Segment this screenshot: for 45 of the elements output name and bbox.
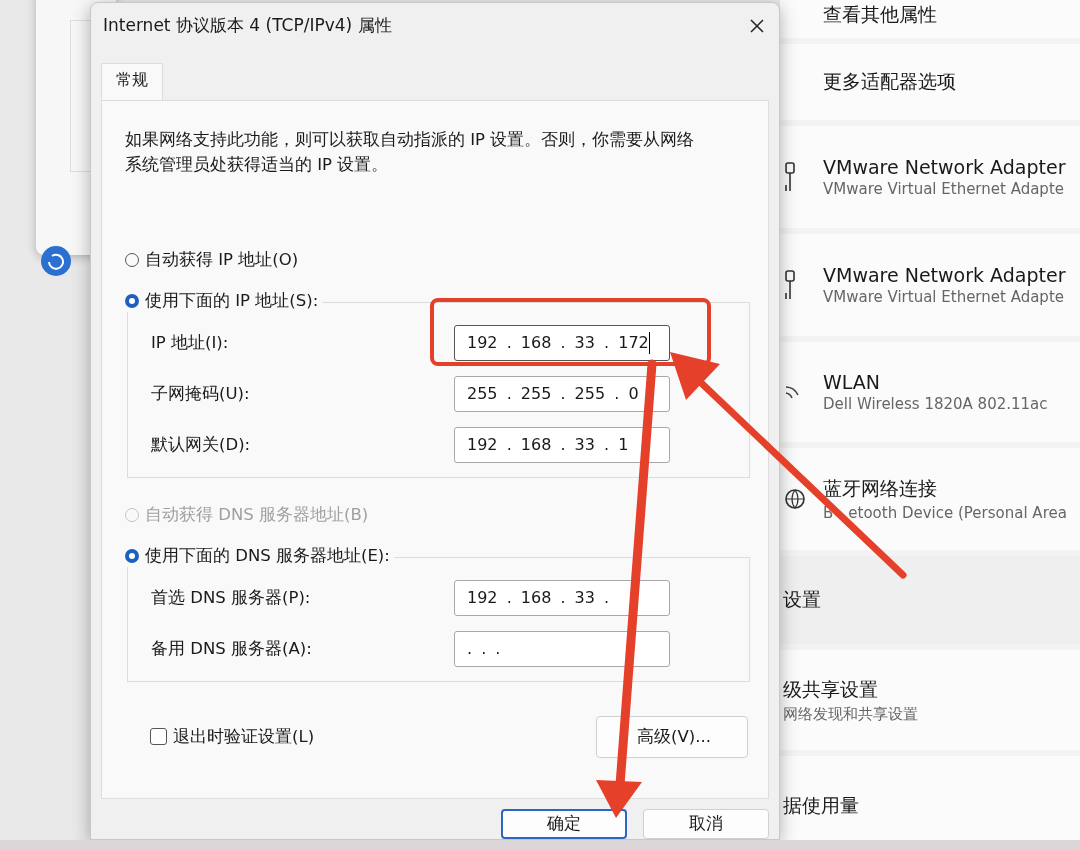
ip-address-field[interactable]: 192 . 168 . 33 . 1 <box>454 426 670 463</box>
window-title: Internet 协议版本 4 (TCP/IPv4) 属性 <box>103 14 392 38</box>
advanced-button[interactable]: 高级(V)... <box>596 715 748 758</box>
ip-address-field[interactable]: 192 . 168 . 33 . <box>454 579 670 616</box>
row-subtitle: Dell Wireless 1820A 802.11ac <box>823 395 1048 413</box>
row-title: VMware Network Adapter <box>823 264 1066 286</box>
ethernet-icon <box>785 162 795 192</box>
row-subtitle: VMware Virtual Ethernet Adapte <box>823 288 1065 306</box>
field-label: 首选 DNS 服务器(P): <box>151 586 311 609</box>
row-title: WLAN <box>823 371 882 393</box>
row-title: 级共享设置 <box>783 676 879 702</box>
settings-row[interactable]: 更多适配器选项 <box>780 44 1080 120</box>
cancel-button[interactable]: 取消 <box>643 809 769 839</box>
wifi-icon <box>785 385 799 399</box>
settings-row[interactable]: WLAN Dell Wireless 1820A 802.11ac <box>780 342 1080 442</box>
field-label: 子网掩码(U): <box>151 382 250 405</box>
row-title: 查看其他属性 <box>823 2 937 27</box>
settings-row[interactable]: 级共享设置 网络发现和共享设置 <box>780 650 1080 750</box>
settings-row[interactable]: VMware Network Adapter VMware Virtual Ethernet Adapte <box>780 126 1080 228</box>
field-label: IP 地址(I): <box>151 331 229 354</box>
row-title: 蓝牙网络连接 <box>823 476 938 501</box>
ip-address-field[interactable]: 255 . 255 . 255 . 0 <box>454 375 670 412</box>
row-subtitle: VMware Virtual Ethernet Adapte <box>823 180 1065 198</box>
tab[interactable]: 常规 <box>101 62 163 100</box>
row-subtitle: etooth Device (Personal Area <box>848 504 1067 522</box>
row-title: 据使用量 <box>783 793 859 818</box>
ethernet-icon <box>785 270 795 300</box>
row-subtitle: 网络发现和共享设置 <box>783 704 918 724</box>
settings-row[interactable]: VMware Network Adapter VMware Virtual Ethernet Adapte <box>780 234 1080 336</box>
ok-button[interactable]: 确定 <box>501 809 627 839</box>
row-title: VMware Network Adapter <box>823 156 1066 178</box>
ip-address-field[interactable]: . . . <box>454 630 670 667</box>
field-label: 默认网关(D): <box>151 433 251 456</box>
description-text: 如果网络支持此功能，则可以获取自动指派的 IP 设置。否则，你需要从网络系统管理员处获得适当的 IP 设置。 <box>125 128 696 176</box>
radio-option[interactable]: 使用下面的 DNS 服务器地址(E): <box>125 544 394 567</box>
ip-address-field[interactable]: 192 . 168 . 33 . 172 <box>454 324 670 361</box>
row-title: 更多适配器选项 <box>823 69 956 94</box>
settings-row[interactable]: 查看其他属性 <box>780 0 1080 38</box>
checkbox[interactable]: 退出时验证设置(L) <box>150 725 315 748</box>
globe-icon <box>785 489 805 509</box>
field-label: 备用 DNS 服务器(A): <box>151 637 312 660</box>
settings-row[interactable]: 据使用量 <box>780 756 1080 840</box>
section-title: 设置 <box>783 587 821 612</box>
refresh-icon[interactable] <box>40 245 72 277</box>
radio-option[interactable]: 使用下面的 IP 地址(S): <box>125 289 323 312</box>
